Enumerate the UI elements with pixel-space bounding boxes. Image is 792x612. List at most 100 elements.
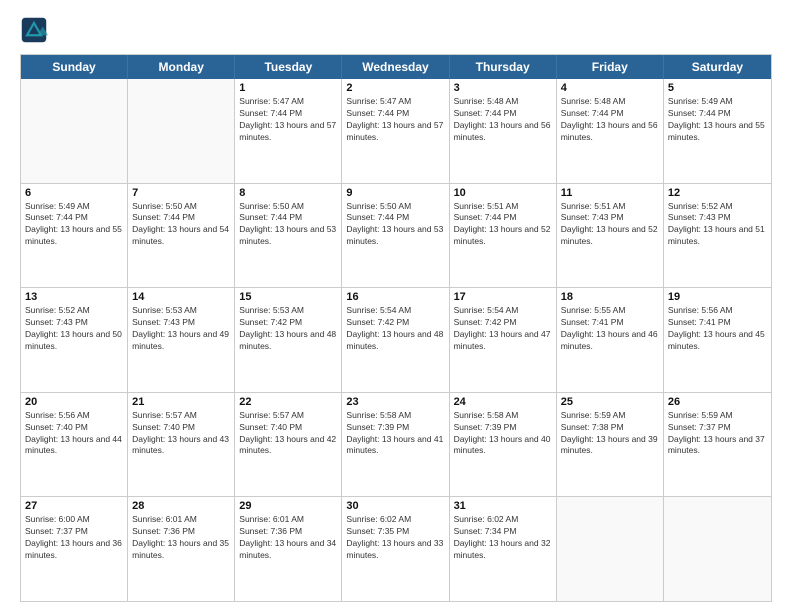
calendar-week: 13 Sunrise: 5:52 AMSunset: 7:43 PMDaylig…	[21, 288, 771, 393]
calendar-day-cell: 6 Sunrise: 5:49 AMSunset: 7:44 PMDayligh…	[21, 184, 128, 288]
day-number: 12	[668, 187, 767, 199]
day-number: 20	[25, 396, 123, 408]
calendar-day-cell: 18 Sunrise: 5:55 AMSunset: 7:41 PMDaylig…	[557, 288, 664, 392]
day-info: Sunrise: 5:52 AMSunset: 7:43 PMDaylight:…	[25, 305, 123, 353]
day-info: Sunrise: 5:53 AMSunset: 7:42 PMDaylight:…	[239, 305, 337, 353]
calendar-header: SundayMondayTuesdayWednesdayThursdayFrid…	[21, 55, 771, 79]
day-info: Sunrise: 5:48 AMSunset: 7:44 PMDaylight:…	[454, 96, 552, 144]
calendar-day-cell: 13 Sunrise: 5:52 AMSunset: 7:43 PMDaylig…	[21, 288, 128, 392]
calendar-day-cell: 2 Sunrise: 5:47 AMSunset: 7:44 PMDayligh…	[342, 79, 449, 183]
calendar-day-cell: 11 Sunrise: 5:51 AMSunset: 7:43 PMDaylig…	[557, 184, 664, 288]
day-number: 9	[346, 187, 444, 199]
calendar-day-cell: 3 Sunrise: 5:48 AMSunset: 7:44 PMDayligh…	[450, 79, 557, 183]
day-info: Sunrise: 6:01 AMSunset: 7:36 PMDaylight:…	[132, 514, 230, 562]
calendar-week: 6 Sunrise: 5:49 AMSunset: 7:44 PMDayligh…	[21, 184, 771, 289]
day-info: Sunrise: 5:58 AMSunset: 7:39 PMDaylight:…	[454, 410, 552, 458]
day-number: 25	[561, 396, 659, 408]
calendar-day-cell: 16 Sunrise: 5:54 AMSunset: 7:42 PMDaylig…	[342, 288, 449, 392]
calendar-day-cell: 30 Sunrise: 6:02 AMSunset: 7:35 PMDaylig…	[342, 497, 449, 601]
calendar-day-cell: 26 Sunrise: 5:59 AMSunset: 7:37 PMDaylig…	[664, 393, 771, 497]
calendar-day-cell: 12 Sunrise: 5:52 AMSunset: 7:43 PMDaylig…	[664, 184, 771, 288]
calendar: SundayMondayTuesdayWednesdayThursdayFrid…	[20, 54, 772, 602]
day-info: Sunrise: 5:47 AMSunset: 7:44 PMDaylight:…	[239, 96, 337, 144]
day-number: 10	[454, 187, 552, 199]
day-number: 24	[454, 396, 552, 408]
calendar-day-cell: 10 Sunrise: 5:51 AMSunset: 7:44 PMDaylig…	[450, 184, 557, 288]
day-info: Sunrise: 5:53 AMSunset: 7:43 PMDaylight:…	[132, 305, 230, 353]
calendar-day-cell: 19 Sunrise: 5:56 AMSunset: 7:41 PMDaylig…	[664, 288, 771, 392]
day-number: 4	[561, 82, 659, 94]
day-number: 11	[561, 187, 659, 199]
day-number: 6	[25, 187, 123, 199]
day-number: 16	[346, 291, 444, 303]
day-info: Sunrise: 5:50 AMSunset: 7:44 PMDaylight:…	[132, 201, 230, 249]
calendar-day-cell: 31 Sunrise: 6:02 AMSunset: 7:34 PMDaylig…	[450, 497, 557, 601]
calendar-day-cell: 21 Sunrise: 5:57 AMSunset: 7:40 PMDaylig…	[128, 393, 235, 497]
calendar-day-header: Monday	[128, 55, 235, 79]
day-info: Sunrise: 5:51 AMSunset: 7:44 PMDaylight:…	[454, 201, 552, 249]
day-number: 29	[239, 500, 337, 512]
day-number: 23	[346, 396, 444, 408]
calendar-day-cell: 15 Sunrise: 5:53 AMSunset: 7:42 PMDaylig…	[235, 288, 342, 392]
day-info: Sunrise: 5:54 AMSunset: 7:42 PMDaylight:…	[454, 305, 552, 353]
calendar-day-cell: 20 Sunrise: 5:56 AMSunset: 7:40 PMDaylig…	[21, 393, 128, 497]
day-info: Sunrise: 5:54 AMSunset: 7:42 PMDaylight:…	[346, 305, 444, 353]
day-info: Sunrise: 5:55 AMSunset: 7:41 PMDaylight:…	[561, 305, 659, 353]
day-number: 21	[132, 396, 230, 408]
day-info: Sunrise: 5:56 AMSunset: 7:40 PMDaylight:…	[25, 410, 123, 458]
day-info: Sunrise: 5:48 AMSunset: 7:44 PMDaylight:…	[561, 96, 659, 144]
day-number: 17	[454, 291, 552, 303]
day-number: 28	[132, 500, 230, 512]
logo	[20, 16, 50, 44]
calendar-day-header: Saturday	[664, 55, 771, 79]
header	[20, 16, 772, 44]
day-info: Sunrise: 5:58 AMSunset: 7:39 PMDaylight:…	[346, 410, 444, 458]
day-info: Sunrise: 5:59 AMSunset: 7:38 PMDaylight:…	[561, 410, 659, 458]
calendar-day-header: Friday	[557, 55, 664, 79]
day-info: Sunrise: 5:52 AMSunset: 7:43 PMDaylight:…	[668, 201, 767, 249]
day-info: Sunrise: 5:59 AMSunset: 7:37 PMDaylight:…	[668, 410, 767, 458]
calendar-day-cell: 24 Sunrise: 5:58 AMSunset: 7:39 PMDaylig…	[450, 393, 557, 497]
calendar-day-cell: 5 Sunrise: 5:49 AMSunset: 7:44 PMDayligh…	[664, 79, 771, 183]
calendar-empty-cell	[557, 497, 664, 601]
day-number: 5	[668, 82, 767, 94]
day-number: 8	[239, 187, 337, 199]
day-info: Sunrise: 5:50 AMSunset: 7:44 PMDaylight:…	[346, 201, 444, 249]
calendar-day-cell: 14 Sunrise: 5:53 AMSunset: 7:43 PMDaylig…	[128, 288, 235, 392]
calendar-day-cell: 27 Sunrise: 6:00 AMSunset: 7:37 PMDaylig…	[21, 497, 128, 601]
calendar-day-header: Wednesday	[342, 55, 449, 79]
calendar-day-cell: 9 Sunrise: 5:50 AMSunset: 7:44 PMDayligh…	[342, 184, 449, 288]
day-number: 13	[25, 291, 123, 303]
calendar-day-cell: 28 Sunrise: 6:01 AMSunset: 7:36 PMDaylig…	[128, 497, 235, 601]
calendar-day-header: Sunday	[21, 55, 128, 79]
calendar-day-header: Tuesday	[235, 55, 342, 79]
calendar-day-cell: 7 Sunrise: 5:50 AMSunset: 7:44 PMDayligh…	[128, 184, 235, 288]
day-info: Sunrise: 5:51 AMSunset: 7:43 PMDaylight:…	[561, 201, 659, 249]
page: SundayMondayTuesdayWednesdayThursdayFrid…	[0, 0, 792, 612]
day-info: Sunrise: 5:50 AMSunset: 7:44 PMDaylight:…	[239, 201, 337, 249]
day-number: 19	[668, 291, 767, 303]
day-number: 7	[132, 187, 230, 199]
calendar-day-cell: 1 Sunrise: 5:47 AMSunset: 7:44 PMDayligh…	[235, 79, 342, 183]
day-number: 15	[239, 291, 337, 303]
calendar-day-cell: 23 Sunrise: 5:58 AMSunset: 7:39 PMDaylig…	[342, 393, 449, 497]
day-info: Sunrise: 5:47 AMSunset: 7:44 PMDaylight:…	[346, 96, 444, 144]
day-info: Sunrise: 5:49 AMSunset: 7:44 PMDaylight:…	[25, 201, 123, 249]
calendar-empty-cell	[664, 497, 771, 601]
calendar-body: 1 Sunrise: 5:47 AMSunset: 7:44 PMDayligh…	[21, 79, 771, 601]
day-info: Sunrise: 6:01 AMSunset: 7:36 PMDaylight:…	[239, 514, 337, 562]
day-number: 22	[239, 396, 337, 408]
calendar-day-cell: 29 Sunrise: 6:01 AMSunset: 7:36 PMDaylig…	[235, 497, 342, 601]
calendar-week: 27 Sunrise: 6:00 AMSunset: 7:37 PMDaylig…	[21, 497, 771, 601]
calendar-day-header: Thursday	[450, 55, 557, 79]
day-number: 1	[239, 82, 337, 94]
calendar-week: 20 Sunrise: 5:56 AMSunset: 7:40 PMDaylig…	[21, 393, 771, 498]
calendar-day-cell: 22 Sunrise: 5:57 AMSunset: 7:40 PMDaylig…	[235, 393, 342, 497]
day-number: 26	[668, 396, 767, 408]
day-number: 18	[561, 291, 659, 303]
day-number: 2	[346, 82, 444, 94]
logo-icon	[20, 16, 48, 44]
day-number: 3	[454, 82, 552, 94]
day-info: Sunrise: 5:57 AMSunset: 7:40 PMDaylight:…	[239, 410, 337, 458]
day-number: 27	[25, 500, 123, 512]
